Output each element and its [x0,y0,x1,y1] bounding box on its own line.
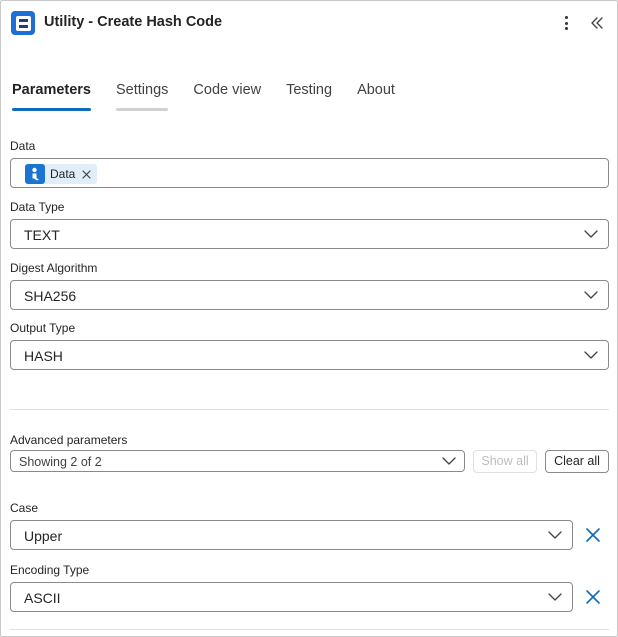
digest-algorithm-dropdown[interactable]: SHA256 [10,280,609,310]
data-token-label: Data [50,167,76,181]
chevron-down-icon [548,593,562,601]
tab-label: Testing [286,82,333,98]
output-type-label: Output Type [10,321,76,335]
chevron-down-icon [548,531,562,539]
data-token[interactable]: Data [25,164,98,184]
tab-settings[interactable]: Settings [116,82,169,112]
bottom-divider [10,629,609,630]
chevron-down-icon [584,230,598,238]
remove-encoding-type-icon[interactable] [584,588,602,606]
section-divider [10,409,609,410]
active-tab-indicator [12,108,91,111]
output-type-dropdown[interactable]: HASH [10,340,609,370]
tab-label: Parameters [12,82,91,98]
panel-header: Utility - Create Hash Code [10,10,608,36]
encoding-type-value: ASCII [24,590,61,606]
tab-bar: Parameters Settings Code view Testing Ab… [12,82,420,114]
tab-parameters[interactable]: Parameters [12,82,91,112]
digest-algorithm-value: SHA256 [24,288,77,304]
chevron-down-icon [584,291,598,299]
advanced-parameters-dropdown[interactable]: Showing 2 of 2 [10,450,465,472]
data-type-value: TEXT [24,227,60,243]
more-options-icon[interactable] [558,12,574,34]
chevron-down-icon [442,457,456,465]
user-icon [25,164,45,184]
advanced-parameters-label: Advanced parameters [10,433,128,447]
clear-all-button[interactable]: Clear all [545,450,609,473]
digest-algorithm-label: Digest Algorithm [10,261,98,275]
tab-label: About [357,82,395,98]
data-type-label: Data Type [10,200,65,214]
tab-testing[interactable]: Testing [286,82,332,112]
tab-code-view[interactable]: Code view [193,82,261,112]
encoding-type-dropdown[interactable]: ASCII [10,582,573,612]
tab-about[interactable]: About [357,82,395,112]
tab-label: Code view [193,82,262,98]
hover-tab-indicator [116,108,169,111]
app-logo-icon [11,11,35,35]
tab-label: Settings [116,82,169,98]
remove-token-icon[interactable] [82,169,91,179]
data-type-dropdown[interactable]: TEXT [10,219,609,249]
collapse-panel-icon[interactable] [588,12,606,34]
show-all-button[interactable]: Show all [473,450,537,473]
data-input[interactable]: Data [10,158,609,188]
data-label: Data [10,139,36,153]
case-label: Case [10,501,39,515]
encoding-type-label: Encoding Type [10,563,90,577]
remove-case-icon[interactable] [584,526,602,544]
panel-title: Utility - Create Hash Code [44,14,223,30]
case-dropdown[interactable]: Upper [10,520,573,550]
advanced-parameters-value: Showing 2 of 2 [19,455,102,469]
case-value: Upper [24,528,63,544]
chevron-down-icon [584,351,598,359]
output-type-value: HASH [24,348,63,364]
